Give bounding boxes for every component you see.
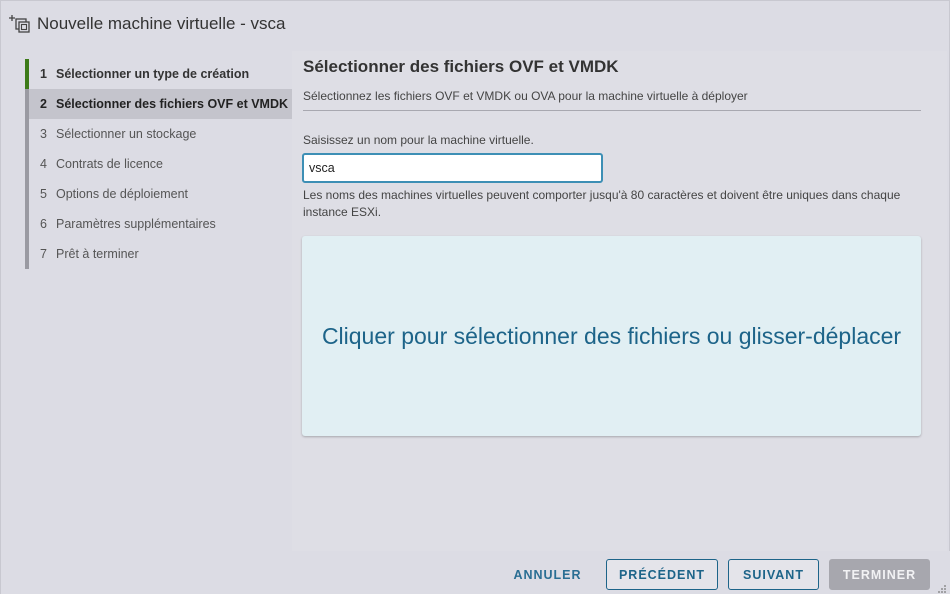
file-dropzone[interactable]: Cliquer pour sélectionner des fichiers o…	[302, 236, 921, 436]
new-vm-dialog: Nouvelle machine virtuelle - vsca 1 Séle…	[0, 0, 950, 594]
page-title: Sélectionner des fichiers OVF et VMDK	[303, 57, 619, 76]
resize-grip-icon[interactable]	[937, 581, 947, 593]
dialog-titlebar: Nouvelle machine virtuelle - vsca	[1, 1, 950, 47]
step-select-creation-type[interactable]: 1 Sélectionner un type de création	[29, 59, 292, 89]
step-label: Contrats de licence	[56, 157, 164, 171]
vm-name-label: Saisissez un nom pour la machine virtuel…	[303, 133, 534, 147]
step-license-agreements[interactable]: 4 Contrats de licence	[29, 149, 292, 179]
step-label: Paramètres supplémentaires	[56, 217, 216, 231]
step-label: Sélectionner un stockage	[56, 127, 197, 141]
step-number: 4	[40, 157, 47, 171]
next-button[interactable]: SUIVANT	[728, 559, 819, 590]
step-select-storage[interactable]: 3 Sélectionner un stockage	[29, 119, 292, 149]
add-vm-icon	[7, 12, 31, 36]
step-number: 1	[40, 67, 47, 81]
vm-name-help-text: Les noms des machines virtuelles peuvent…	[303, 188, 901, 219]
step-number: 3	[40, 127, 47, 141]
dropzone-label: Cliquer pour sélectionner des fichiers o…	[321, 323, 902, 349]
step-number: 7	[40, 247, 47, 261]
step-number: 2	[40, 97, 47, 111]
step-select-ovf-vmdk[interactable]: 2 Sélectionner des fichiers OVF et VMDK	[29, 89, 292, 119]
page-subtitle: Sélectionnez les fichiers OVF et VMDK ou…	[303, 89, 748, 103]
vm-name-input[interactable]	[302, 153, 603, 183]
finish-button: TERMINER	[829, 559, 930, 590]
step-deployment-options[interactable]: 5 Options de déploiement	[29, 179, 292, 209]
step-label: Options de déploiement	[56, 187, 189, 201]
previous-button[interactable]: PRÉCÉDENT	[606, 559, 718, 590]
cancel-button[interactable]: ANNULER	[501, 559, 594, 590]
step-number: 5	[40, 187, 47, 201]
step-label: Prêt à terminer	[56, 247, 139, 261]
wizard-steps-nav: 1 Sélectionner un type de création 2 Sél…	[5, 51, 292, 551]
dialog-title: Nouvelle machine virtuelle - vsca	[37, 14, 286, 33]
step-label: Sélectionner un type de création	[56, 67, 250, 81]
step-ready-to-complete[interactable]: 7 Prêt à terminer	[29, 239, 292, 269]
step-label: Sélectionner des fichiers OVF et VMDK	[56, 97, 289, 111]
step-number: 6	[40, 217, 47, 231]
title-divider	[303, 110, 921, 111]
step-additional-settings[interactable]: 6 Paramètres supplémentaires	[29, 209, 292, 239]
